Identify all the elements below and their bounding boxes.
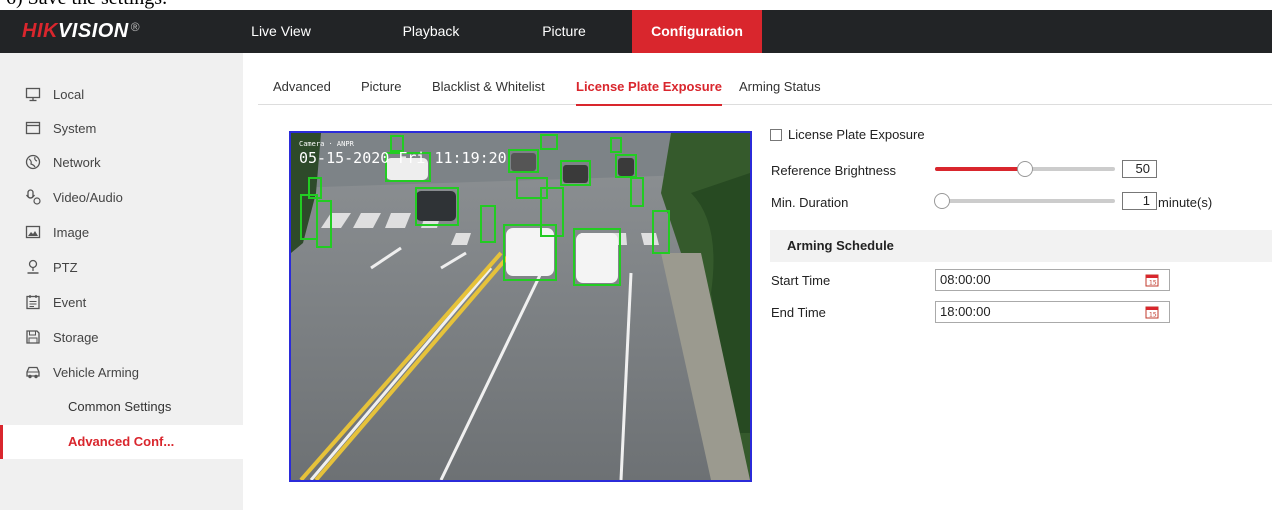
start-time-input[interactable]: 08:00:00 15 [935, 269, 1170, 291]
sidebar-item-label: Image [53, 224, 90, 240]
top-navigation-bar: HIKVISION ® Live View Playback Picture Co… [0, 10, 1272, 53]
document-caption: 6) Save the settings. [0, 0, 1272, 10]
start-time-label: Start Time [771, 273, 831, 288]
reference-brightness-thumb[interactable] [1017, 161, 1033, 177]
sidebar-item-storage[interactable]: Storage [0, 320, 243, 354]
tab-arming-status[interactable]: Arming Status [739, 53, 821, 105]
nav-live-view[interactable]: Live View [246, 10, 316, 53]
min-duration-label: Min. Duration [771, 195, 849, 210]
nav-picture[interactable]: Picture [524, 10, 604, 53]
license-plate-exposure-row: License Plate Exposure [770, 127, 925, 142]
live-video-preview[interactable]: Camera · ANPR 05-15-2020 Fri 11:19:20 [289, 131, 752, 482]
sidebar-item-system[interactable]: System [0, 111, 243, 145]
svg-text:15: 15 [1149, 312, 1157, 319]
reference-brightness-fill [935, 167, 1025, 171]
tab-advanced[interactable]: Advanced [273, 53, 331, 105]
sidebar-subitem-common-settings[interactable]: Common Settings [0, 390, 243, 424]
sidebar-item-label: Event [53, 294, 87, 310]
calendar-icon[interactable]: 15 [1145, 273, 1159, 287]
sidebar-item-label: Local [53, 86, 85, 102]
sidebar-item-network[interactable]: Network [0, 145, 243, 179]
vehicle-icon [25, 364, 41, 380]
min-duration-slider[interactable] [935, 199, 1115, 203]
end-time-label: End Time [771, 305, 826, 320]
sidebar-item-event[interactable]: Event [0, 285, 243, 319]
end-time-value: 18:00:00 [940, 304, 991, 319]
monitor-icon [25, 86, 41, 102]
config-tabs: Advanced Picture Blacklist & Whitelist L… [258, 53, 1272, 106]
sidebar-item-local[interactable]: Local [0, 77, 243, 111]
sidebar-item-label: Vehicle Arming [53, 364, 139, 380]
sidebar: Local System Network Video/Audio Image P… [0, 53, 243, 510]
reference-brightness-label: Reference Brightness [771, 163, 897, 178]
start-time-value: 08:00:00 [940, 272, 991, 287]
sidebar-item-label: Video/Audio [53, 189, 123, 205]
end-time-input[interactable]: 18:00:00 15 [935, 301, 1170, 323]
sidebar-item-label: PTZ [53, 259, 78, 275]
document-caption-text: 6) Save the settings. [6, 0, 167, 10]
sidebar-item-vehicle-arming[interactable]: Vehicle Arming [0, 355, 243, 389]
license-plate-exposure-checkbox[interactable] [770, 128, 782, 141]
globe-icon [25, 154, 41, 170]
nav-playback[interactable]: Playback [386, 10, 476, 53]
reference-brightness-input[interactable]: 50 [1122, 160, 1157, 178]
osd-datetime: 05-15-2020 Fri 11:19:20 [299, 149, 507, 167]
sidebar-subitem-advanced-conf[interactable]: Advanced Conf... [0, 425, 243, 459]
sidebar-item-video-audio[interactable]: Video/Audio [0, 180, 243, 214]
min-duration-input[interactable]: 1 [1122, 192, 1157, 210]
tab-blacklist-whitelist[interactable]: Blacklist & Whitelist [432, 53, 545, 105]
svg-text:15: 15 [1149, 280, 1157, 287]
nav-configuration[interactable]: Configuration [632, 10, 762, 53]
sidebar-item-label: Storage [53, 329, 99, 345]
sidebar-item-ptz[interactable]: PTZ [0, 250, 243, 284]
event-icon [25, 294, 41, 310]
min-duration-thumb[interactable] [934, 193, 950, 209]
ptz-icon [25, 259, 41, 275]
min-duration-unit: minute(s) [1158, 195, 1213, 210]
sidebar-item-label: Network [53, 154, 101, 170]
image-icon [25, 224, 41, 240]
license-plate-exposure-label: License Plate Exposure [788, 127, 925, 142]
tab-picture[interactable]: Picture [361, 53, 401, 105]
sidebar-item-image[interactable]: Image [0, 215, 243, 249]
arming-schedule-header: Arming Schedule [770, 230, 1272, 262]
sidebar-item-label: System [53, 120, 97, 136]
storage-icon [25, 329, 41, 345]
hikvision-logo: HIKVISION ® [22, 20, 141, 42]
calendar-icon[interactable]: 15 [1145, 305, 1159, 319]
video-audio-icon [25, 189, 41, 205]
system-icon [25, 120, 41, 136]
tab-license-plate-exposure[interactable]: License Plate Exposure [576, 53, 722, 106]
osd-camera-info: Camera · ANPR [299, 140, 355, 148]
